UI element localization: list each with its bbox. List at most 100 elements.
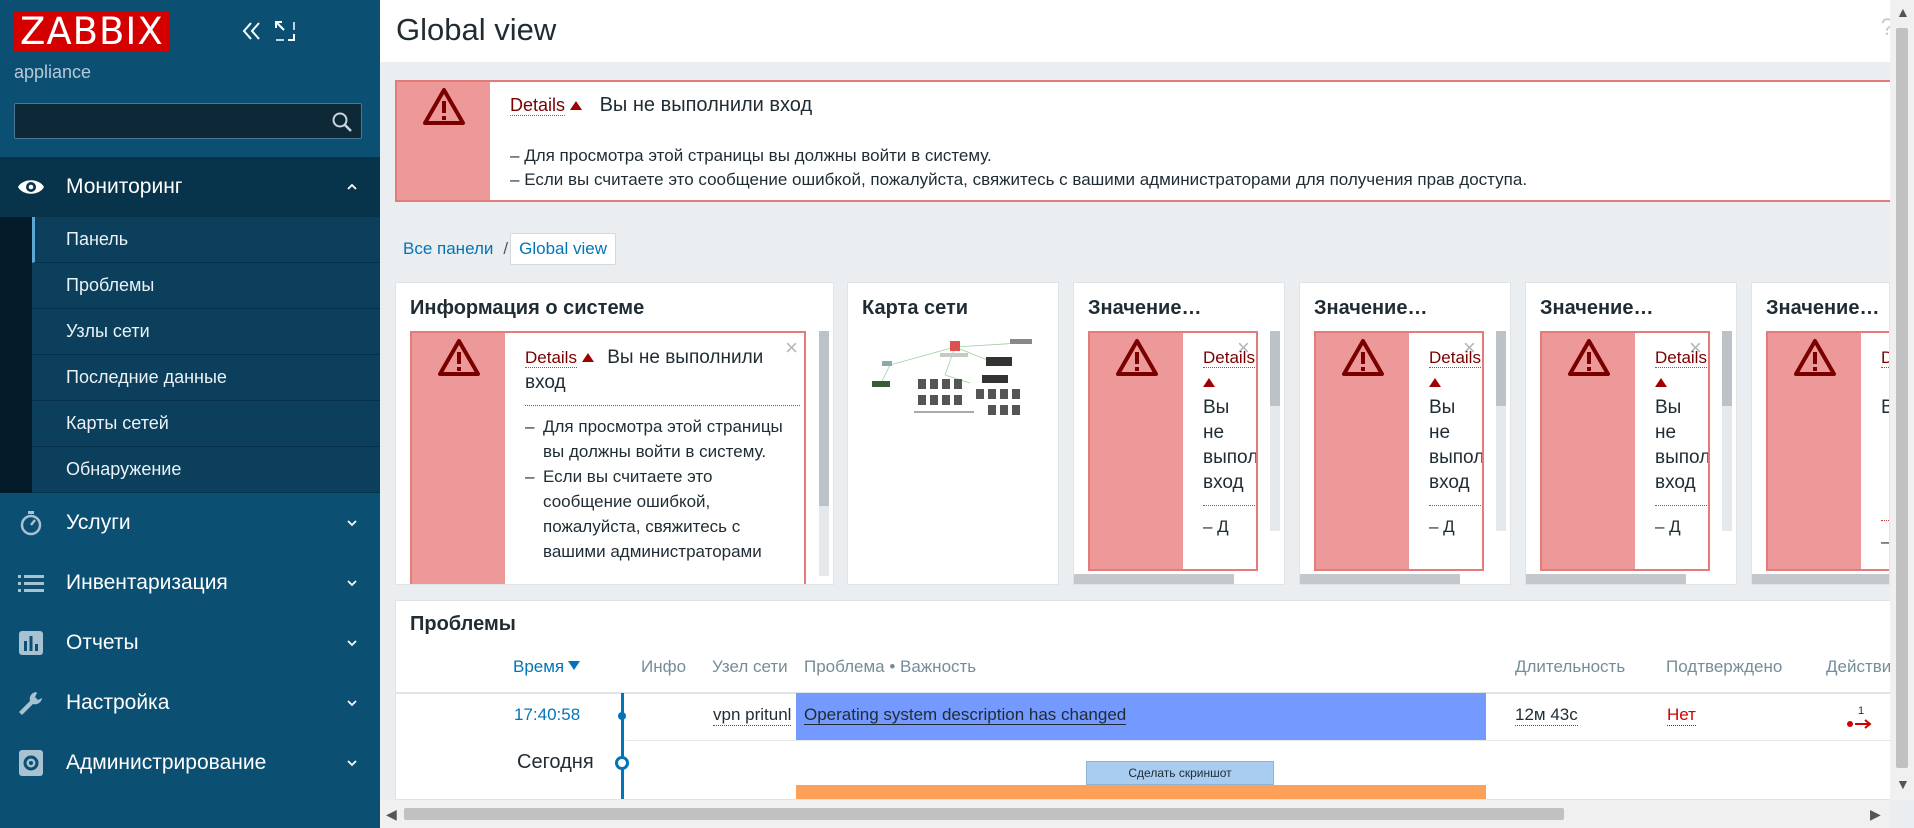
chevron-down-icon bbox=[347, 700, 357, 707]
details-toggle[interactable]: Details bbox=[525, 348, 577, 368]
problem-host[interactable]: vpn pritunl bbox=[713, 705, 792, 726]
problem-duration: 12м 43с bbox=[1515, 705, 1578, 726]
menu-label: Мониторинг bbox=[66, 175, 183, 198]
network-map-thumbnail[interactable] bbox=[870, 335, 1040, 425]
scroll-down-icon[interactable]: ▼ bbox=[1896, 776, 1910, 792]
zabbix-logo[interactable]: ZABBIX bbox=[14, 12, 170, 52]
column-header-info: Инфо bbox=[641, 657, 687, 676]
triangle-up-icon[interactable] bbox=[581, 353, 594, 362]
scroll-right-icon[interactable]: ▶ bbox=[1870, 806, 1881, 823]
widget-alert-header: Details Вы не выполнили вход bbox=[525, 345, 800, 395]
alert-message-line: вход bbox=[1429, 472, 1470, 493]
widget-title: Значение… bbox=[1766, 297, 1880, 319]
widget-item-value-4: Значение… D В – bbox=[1751, 282, 1890, 585]
chevron-down-icon bbox=[347, 580, 357, 587]
menu-label: Услуги bbox=[66, 511, 131, 534]
alert-message-line: вход bbox=[1203, 472, 1244, 493]
menu-item-inventory[interactable]: Инвентаризация bbox=[0, 553, 380, 613]
alert-detail-item: – Д bbox=[1429, 517, 1455, 536]
submenu-item-discovery[interactable]: Обнаружение bbox=[32, 447, 380, 493]
alert-detail-item: – Д bbox=[1203, 517, 1229, 536]
widget-alert-body: D В – bbox=[1881, 345, 1889, 554]
details-toggle[interactable]: Details bbox=[510, 95, 566, 116]
details-toggle[interactable]: D bbox=[1881, 348, 1889, 368]
details-toggle[interactable]: Details bbox=[1203, 348, 1255, 368]
actions-count: 1 bbox=[1858, 705, 1864, 717]
widget-scrollbar[interactable] bbox=[819, 331, 829, 576]
widget-alert-body: Details Вы не выполнили вход Для просмот… bbox=[525, 345, 800, 564]
triangle-up-icon[interactable] bbox=[1203, 378, 1215, 387]
triangle-up-icon[interactable] bbox=[1655, 378, 1667, 387]
submenu-item-maps[interactable]: Карты сетей bbox=[32, 401, 380, 447]
take-screenshot-button[interactable]: Сделать скриншот bbox=[1086, 761, 1274, 785]
widget-horizontal-scrollbar[interactable] bbox=[1300, 574, 1460, 584]
page-horizontal-scrollbar[interactable]: ◀ ▶ bbox=[380, 800, 1890, 828]
widget-system-info: Информация о системе × Details Вы не вып… bbox=[395, 282, 834, 585]
menu-item-administration[interactable]: Администрирование bbox=[0, 733, 380, 793]
alert-details-list: Для просмотра этой страницы вы должны во… bbox=[525, 414, 800, 564]
chevron-up-icon bbox=[347, 183, 357, 190]
alert-detail-item: Если вы считаете это сообщение ошибкой, … bbox=[525, 464, 800, 564]
scroll-left-icon[interactable]: ◀ bbox=[386, 806, 397, 823]
menu-item-reports[interactable]: Отчеты bbox=[0, 613, 380, 673]
scrollbar-thumb[interactable] bbox=[404, 808, 1564, 820]
sidebar-search-input[interactable] bbox=[14, 103, 362, 139]
alert-message-line: не bbox=[1655, 422, 1677, 443]
breadcrumb-current[interactable]: Global view bbox=[510, 233, 616, 265]
details-toggle[interactable]: Details bbox=[1655, 348, 1707, 368]
breadcrumb-all-dashboards[interactable]: Все панели bbox=[395, 239, 501, 259]
search-icon[interactable] bbox=[331, 111, 353, 133]
column-header-time[interactable]: Время bbox=[513, 657, 581, 677]
submenu-item-dashboard[interactable]: Панель bbox=[32, 217, 380, 263]
submenu-item-problems[interactable]: Проблемы bbox=[32, 263, 380, 309]
page-vertical-scrollbar[interactable]: ▲ ▼ bbox=[1890, 0, 1914, 800]
submenu-label: Обнаружение bbox=[66, 459, 182, 479]
warning-icon bbox=[1568, 339, 1610, 376]
details-toggle[interactable]: Details bbox=[1429, 348, 1481, 368]
widget-scrollbar[interactable] bbox=[1496, 331, 1506, 531]
triangle-up-icon[interactable] bbox=[1429, 378, 1441, 387]
submenu-item-hosts[interactable]: Узлы сети bbox=[32, 309, 380, 355]
severity-average-cell bbox=[796, 785, 1486, 799]
triangle-up-icon[interactable] bbox=[570, 101, 583, 110]
page-header: Global view ? bbox=[380, 0, 1890, 62]
widget-horizontal-scrollbar[interactable] bbox=[1526, 574, 1686, 584]
menu-item-monitoring[interactable]: Мониторинг bbox=[0, 157, 380, 217]
timeline-event-dot bbox=[618, 712, 626, 720]
collapse-sidebar-icon[interactable] bbox=[238, 18, 264, 44]
sort-desc-icon bbox=[568, 661, 581, 670]
widget-horizontal-scrollbar[interactable] bbox=[1074, 574, 1234, 584]
widget-problems: Проблемы Время Инфо Узел сети Проблема •… bbox=[395, 600, 1890, 800]
menu-item-configuration[interactable]: Настройка bbox=[0, 673, 380, 733]
widget-scrollbar[interactable] bbox=[1722, 331, 1732, 531]
widget-horizontal-scrollbar[interactable] bbox=[1752, 574, 1889, 584]
alert-message-line: Вы bbox=[1203, 397, 1230, 418]
warning-icon bbox=[438, 339, 480, 376]
scroll-up-icon[interactable]: ▲ bbox=[1896, 4, 1910, 20]
alert-detail-item: Для просмотра этой страницы вы должны во… bbox=[525, 414, 800, 464]
monitoring-submenu: Панель Проблемы Узлы сети Последние данн… bbox=[0, 217, 380, 493]
menu-item-services[interactable]: Услуги bbox=[0, 493, 380, 553]
alert-message: Вы не выполнили вход bbox=[599, 94, 813, 116]
column-header-problem[interactable]: Проблема • Важность bbox=[804, 657, 976, 677]
dotted-divider bbox=[525, 405, 800, 406]
kiosk-mode-icon[interactable] bbox=[272, 18, 298, 44]
stopwatch-icon bbox=[20, 511, 42, 536]
actions-icon[interactable]: 1 bbox=[1843, 704, 1877, 732]
chevron-down-icon bbox=[347, 520, 357, 527]
problem-acknowledged[interactable]: Нет bbox=[1667, 705, 1696, 726]
help-button[interactable]: ? bbox=[1881, 14, 1890, 42]
problem-time[interactable]: 17:40:58 bbox=[514, 705, 580, 725]
submenu-item-latest-data[interactable]: Последние данные bbox=[32, 355, 380, 401]
problem-name[interactable]: Operating system description has changed bbox=[804, 706, 1127, 725]
column-header-host[interactable]: Узел сети bbox=[712, 657, 788, 677]
scrollbar-thumb[interactable] bbox=[1896, 28, 1908, 768]
submenu-label: Панель bbox=[66, 229, 129, 249]
alert-details-list: Для просмотра этой страницы вы должны во… bbox=[510, 144, 1527, 192]
widget-item-value-3: Значение… × Details Вы не выполн вход – … bbox=[1525, 282, 1737, 585]
warning-icon bbox=[1794, 339, 1836, 376]
widget-scrollbar[interactable] bbox=[1270, 331, 1280, 531]
timeline-day-label: Сегодня bbox=[517, 751, 594, 773]
column-header-duration: Длительность bbox=[1515, 657, 1626, 676]
submenu-label: Проблемы bbox=[66, 275, 155, 295]
